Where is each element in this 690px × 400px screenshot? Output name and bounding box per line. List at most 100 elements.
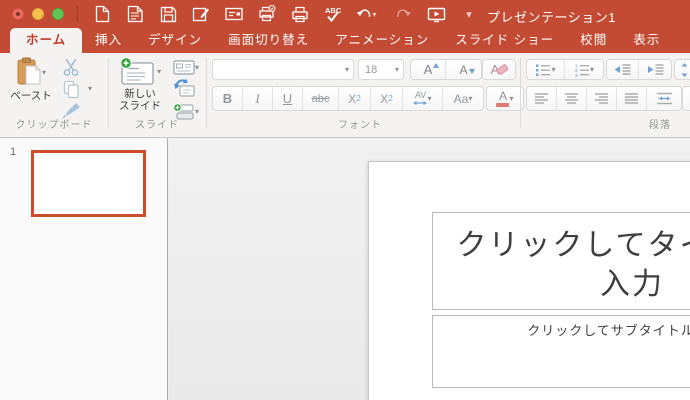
slide-thumbnail[interactable] [31,150,146,217]
distribute-button[interactable] [647,87,681,110]
italic-button[interactable]: I [243,87,273,110]
slide-editor[interactable]: クリックしてタイトルを 入力 クリックしてサブタイトルを入力 [368,161,690,400]
new-slide-label-1: 新しい [124,88,156,100]
tab-design[interactable]: デザイン [135,28,215,53]
subscript-button[interactable]: X2 [371,87,403,110]
group-divider [520,58,521,128]
font-name-combo[interactable]: ▾ [212,59,354,80]
abc-text: ABC [325,6,342,15]
bullets-caret-icon: ▾ [551,65,556,74]
align-center-button[interactable] [557,87,587,110]
font-color-button[interactable]: A ▾ [487,87,523,110]
line-spacing-button[interactable] [675,60,690,79]
case-caret-icon: ▾ [468,94,473,103]
paste-caret-icon: ▾ [41,68,46,77]
tab-review[interactable]: 校閲 [567,28,620,53]
clear-formatting-button[interactable]: A [483,60,515,79]
spelling-icon[interactable]: ABC [323,4,343,24]
grow-arrow-icon [433,63,440,68]
change-case-button[interactable]: Aa ▾ [443,87,483,110]
reset-slide-button[interactable] [170,78,198,98]
redo-icon [393,4,413,24]
shrink-font-button[interactable]: A [446,60,481,79]
title-text-line2: 入力 [600,268,664,301]
font-group-label: フォント [338,120,382,131]
cut-button[interactable] [58,57,84,77]
copy-button[interactable] [58,79,84,99]
font-size-value: 18 [365,63,378,76]
subtitle-placeholder[interactable]: クリックしてサブタイトルを入力 [432,315,690,388]
tab-home[interactable]: ホーム [10,28,83,53]
superscript-button[interactable]: X2 [339,87,371,110]
align-right-button[interactable] [587,87,617,110]
new-slide-button[interactable]: ▾ 新しい スライド [112,57,168,112]
new-slide-label-2: スライド [119,100,161,112]
svg-text:3: 3 [575,72,578,76]
underline-button[interactable]: U [273,87,303,110]
subtitle-text: クリックしてサブタイトルを入力 [527,323,690,338]
tab-animations[interactable]: アニメーション [322,28,442,53]
subscript-n: 2 [388,94,393,103]
superscript-x: X [348,91,357,106]
superscript-n: 2 [356,94,361,103]
text-direction-wrap [682,86,690,111]
print-preview-icon[interactable] [257,4,277,24]
ribbon-tabbar: ホーム 挿入 デザイン 画面切り替え アニメーション スライド ショー 校閲 表… [0,28,690,53]
undo-icon[interactable]: ▾ [356,4,380,24]
case-letters: Aa [453,91,469,106]
quick-access-toolbar: ABC ▾ ▾ [92,0,479,28]
bullets-button[interactable]: ▾ [527,60,565,79]
title-placeholder[interactable]: クリックしてタイトルを 入力 [432,212,690,310]
grow-font-letter: A [423,62,433,77]
new-slide-icon [120,57,154,85]
tab-transitions[interactable]: 画面切り替え [215,28,322,53]
close-button[interactable] [12,8,24,20]
decrease-indent-button[interactable] [607,60,639,79]
font-color-wrap: A ▾ [486,86,524,111]
tab-insert[interactable]: 挿入 [82,28,135,53]
title-text-line1: クリックしてタイトルを [456,229,690,262]
bold-button[interactable]: B [213,87,243,110]
new-slide-caret-icon: ▾ [156,67,161,76]
new-from-template-icon[interactable] [125,4,145,24]
alignment-buttons [526,86,682,111]
share-email-icon[interactable] [224,4,244,24]
shrink-arrow-icon [468,68,475,74]
save-icon[interactable] [158,4,178,24]
font-color-bar [496,102,510,107]
group-divider [108,58,109,128]
toolbar-options-icon[interactable]: ▾ [459,4,479,24]
paste-clipboard-icon [17,57,41,85]
strikethrough-button[interactable]: abc [303,87,339,110]
text-direction-button[interactable] [683,87,690,110]
edit-document-icon[interactable] [191,4,211,24]
tab-slideshow[interactable]: スライド ショー [442,28,567,53]
ribbon: ▾ ペースト ▾ クリップボード ▾ 新しい スライド ▾ ▾ スライド ▾ 1… [0,53,690,138]
increase-indent-button[interactable] [639,60,671,79]
paste-button[interactable]: ▾ ペースト [6,57,56,102]
play-slideshow-icon[interactable] [426,4,446,24]
numbering-button[interactable]: 123 ▾ [565,60,603,79]
font-size-caret-icon: ▾ [394,65,399,74]
spacing-arrow-icon [413,101,428,105]
justify-button[interactable] [617,87,647,110]
subscript-x: X [380,91,389,106]
slide-layout-button[interactable]: ▾ [170,58,202,76]
minimize-button[interactable] [32,8,44,20]
font-size-combo[interactable]: 18 ▾ [358,59,404,80]
line-spacing-wrap [674,59,690,80]
zoom-button[interactable] [52,8,64,20]
character-spacing-button[interactable]: AV ▾ [403,87,443,110]
copy-caret-icon[interactable]: ▾ [88,84,92,93]
paragraph-group-label: 段落 [649,120,671,131]
font-color-caret-icon: ▾ [509,94,514,103]
shrink-font-letter: A [459,62,468,77]
new-document-icon[interactable] [92,4,112,24]
tab-view[interactable]: 表示 [620,28,673,53]
align-left-button[interactable] [527,87,557,110]
grow-font-button[interactable]: A [411,60,446,79]
undo-caret-icon[interactable]: ▾ [372,10,380,19]
editing-canvas: クリックしてタイトルを 入力 クリックしてサブタイトルを入力 [169,138,690,400]
spacing-caret-icon: ▾ [427,94,432,103]
print-icon[interactable] [290,4,310,24]
